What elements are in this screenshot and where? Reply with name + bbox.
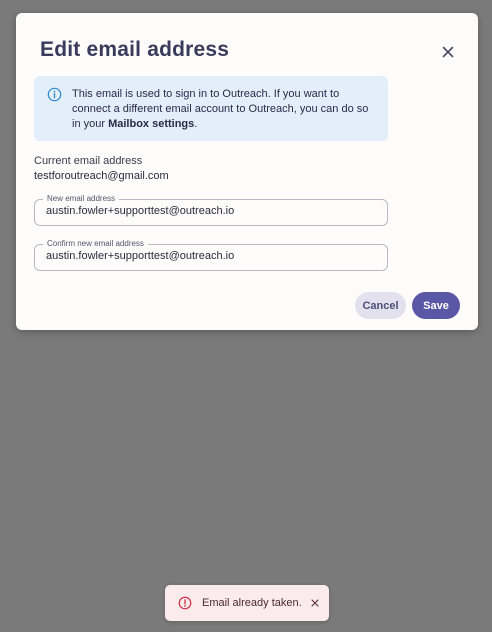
confirm-email-field: Confirm new email address [34, 239, 388, 271]
toast-message: Email already taken. [202, 597, 302, 609]
new-email-label: New email address [43, 194, 120, 204]
modal-title: Edit email address [40, 38, 230, 61]
close-icon [442, 46, 454, 58]
toast-close-button[interactable] [309, 597, 321, 609]
mailbox-settings-link[interactable]: Mailbox settings [108, 118, 194, 130]
close-modal-button[interactable] [438, 42, 458, 62]
current-email-value: testforoutreach@gmail.com [34, 170, 169, 182]
confirm-email-input[interactable] [46, 250, 376, 262]
edit-email-modal: Edit email address This email is used to… [16, 13, 478, 330]
error-toast: Email already taken. [165, 585, 329, 621]
info-suffix: . [194, 118, 198, 130]
confirm-email-label: Confirm new email address [43, 239, 148, 249]
close-icon [311, 599, 319, 607]
info-icon [47, 87, 62, 102]
error-icon [178, 596, 192, 610]
current-email-label: Current email address [34, 155, 143, 167]
new-email-field: New email address [34, 194, 388, 226]
info-banner: This email is used to sign in to Outreac… [34, 76, 388, 141]
new-email-input[interactable] [46, 205, 376, 217]
cancel-button[interactable]: Cancel [355, 292, 406, 319]
save-button[interactable]: Save [412, 292, 460, 319]
